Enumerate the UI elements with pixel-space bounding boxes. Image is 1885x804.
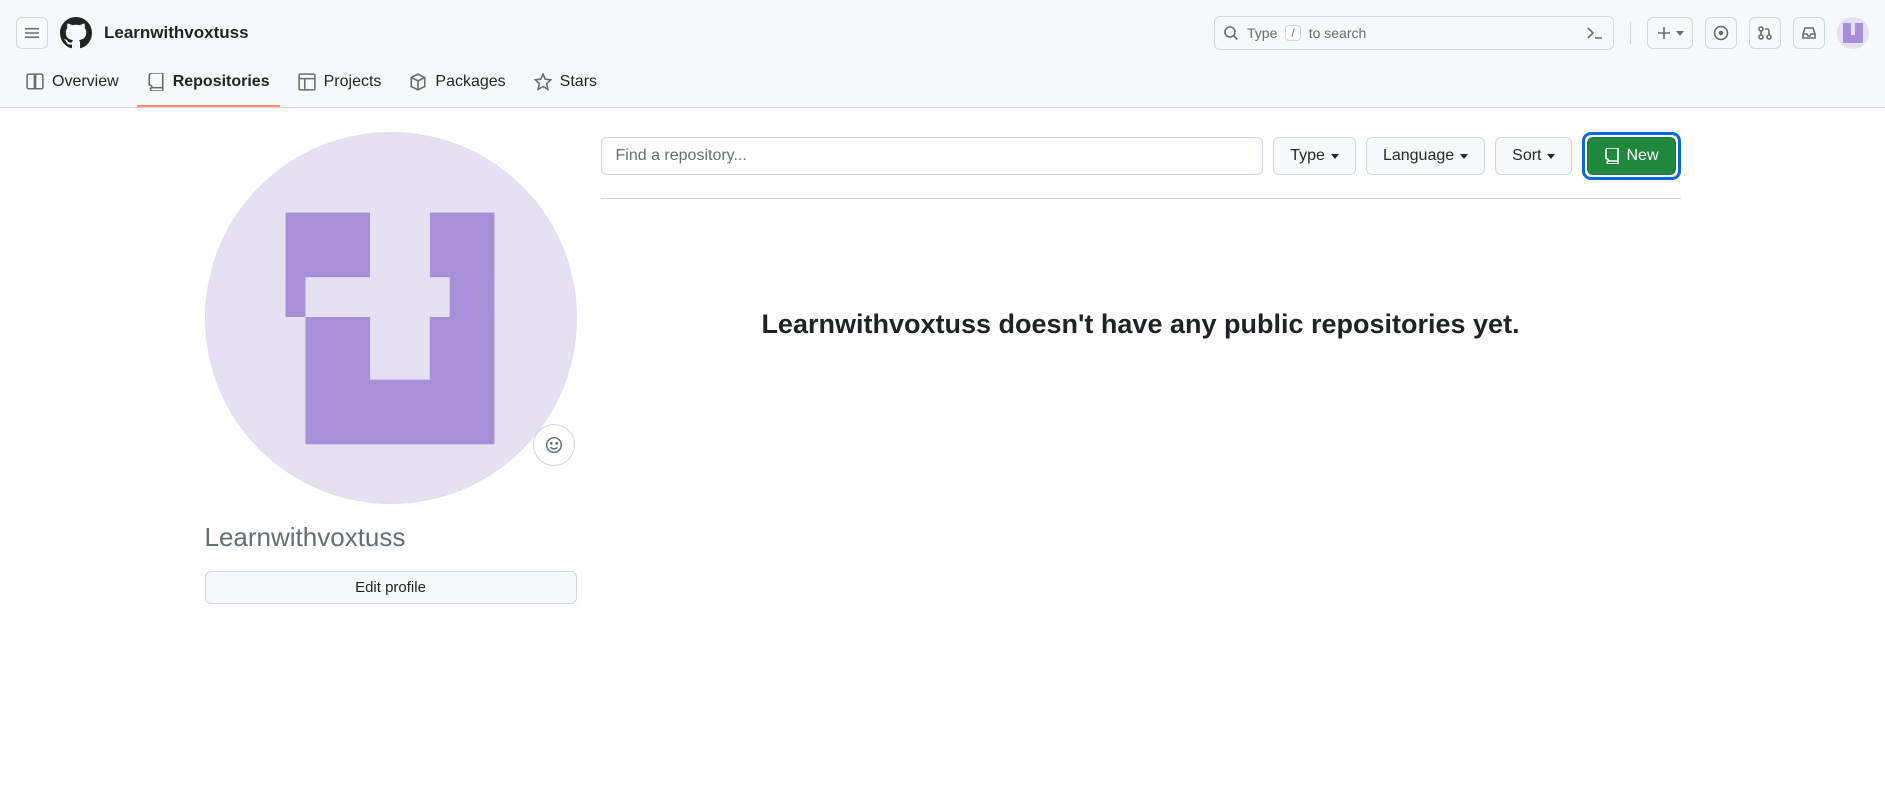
tab-packages[interactable]: Packages — [399, 63, 515, 107]
filter-sort-label: Sort — [1512, 147, 1541, 165]
create-new-dropdown[interactable] — [1647, 17, 1693, 49]
github-logo-icon — [60, 17, 92, 49]
set-status-button[interactable] — [533, 424, 575, 466]
smiley-icon — [545, 436, 563, 454]
filter-language-dropdown[interactable]: Language — [1366, 137, 1485, 175]
profile-nav-tabs: Overview Repositories Projects Packages … — [0, 51, 1885, 108]
main-content: Learnwithvoxtuss Edit profile Type Langu… — [173, 108, 1713, 628]
hamburger-icon — [24, 25, 40, 41]
search-icon — [1223, 25, 1239, 41]
book-icon — [26, 73, 44, 91]
hamburger-menu-button[interactable] — [16, 17, 48, 49]
pull-request-icon — [1757, 25, 1773, 41]
tab-projects-label: Projects — [324, 73, 382, 91]
new-repository-button[interactable]: New — [1587, 137, 1675, 175]
tab-stars-label: Stars — [560, 73, 597, 91]
star-icon — [534, 73, 552, 91]
project-icon — [298, 73, 316, 91]
profile-avatar[interactable] — [205, 132, 577, 504]
edit-profile-button[interactable]: Edit profile — [205, 571, 577, 604]
caret-down-icon — [1547, 154, 1555, 159]
avatar-container — [205, 132, 577, 504]
filter-sort-dropdown[interactable]: Sort — [1495, 137, 1572, 175]
repo-search-input[interactable] — [601, 137, 1264, 175]
filter-language-label: Language — [1383, 147, 1454, 165]
tab-stars[interactable]: Stars — [524, 63, 607, 107]
tab-repositories-label: Repositories — [173, 73, 270, 91]
global-header: Learnwithvoxtuss Type / to search — [0, 0, 1885, 51]
avatar-icon — [1837, 17, 1869, 49]
filter-type-dropdown[interactable]: Type — [1273, 137, 1356, 175]
tab-packages-label: Packages — [435, 73, 505, 91]
tab-repositories[interactable]: Repositories — [137, 63, 280, 107]
pull-requests-button[interactable] — [1749, 17, 1781, 49]
issues-button[interactable] — [1705, 17, 1737, 49]
header-username[interactable]: Learnwithvoxtuss — [104, 23, 249, 43]
empty-repos-message: Learnwithvoxtuss doesn't have any public… — [601, 309, 1681, 340]
issue-icon — [1713, 25, 1729, 41]
search-prefix: Type — [1247, 25, 1277, 41]
tab-overview-label: Overview — [52, 73, 119, 91]
inbox-icon — [1801, 25, 1817, 41]
search-suffix: to search — [1309, 25, 1367, 41]
plus-icon — [1656, 25, 1672, 41]
new-button-focus-ring: New — [1582, 132, 1680, 180]
caret-down-icon — [1460, 154, 1468, 159]
global-search[interactable]: Type / to search — [1214, 16, 1614, 50]
repositories-content: Type Language Sort New Learnwithvoxtuss … — [601, 132, 1681, 604]
caret-down-icon — [1331, 154, 1339, 159]
repo-icon — [147, 73, 165, 91]
filter-type-label: Type — [1290, 147, 1325, 165]
package-icon — [409, 73, 427, 91]
github-logo[interactable] — [60, 17, 92, 49]
tab-overview[interactable]: Overview — [16, 63, 129, 107]
command-palette-icon[interactable] — [1585, 23, 1605, 43]
user-avatar-menu[interactable] — [1837, 17, 1869, 49]
caret-down-icon — [1676, 31, 1684, 36]
header-divider — [1630, 22, 1631, 44]
notifications-button[interactable] — [1793, 17, 1825, 49]
profile-username: Learnwithvoxtuss — [205, 522, 577, 553]
repo-icon — [1604, 148, 1620, 164]
profile-sidebar: Learnwithvoxtuss Edit profile — [205, 132, 577, 604]
profile-avatar-image — [206, 132, 576, 504]
tab-projects[interactable]: Projects — [288, 63, 392, 107]
search-slash-key: / — [1285, 25, 1300, 41]
new-button-label: New — [1626, 147, 1658, 165]
repo-filters-row: Type Language Sort New — [601, 132, 1681, 199]
